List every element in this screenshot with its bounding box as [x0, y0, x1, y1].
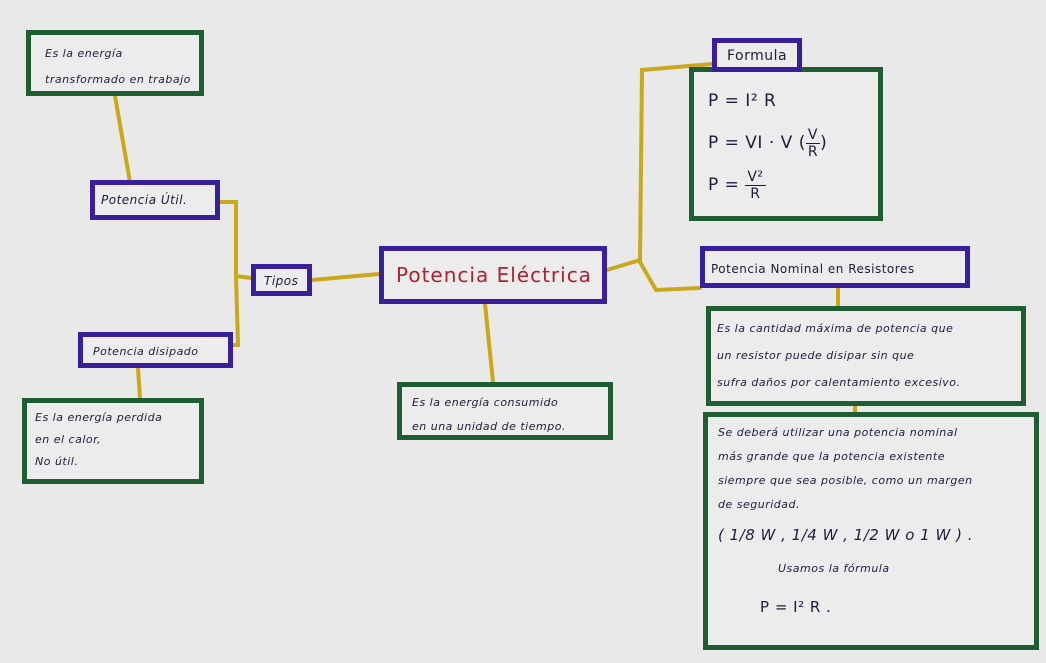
link-util-tipos [218, 200, 253, 280]
potencia-nominal-definition: Es la cantidad máxima de potencia que un… [706, 306, 1026, 406]
link-main-def [483, 302, 495, 384]
link-branch-nominal [638, 260, 702, 293]
final-formula: P = I² R . [760, 598, 832, 616]
definition-line: Es la energía perdida [35, 411, 163, 424]
paren-right: ) [820, 133, 828, 153]
fraction-numerator: V² [745, 168, 766, 186]
definition-line: Es la cantidad máxima de potencia que [717, 322, 954, 335]
formulas-box: P = I² R P = VI · V (V R) P = V² R [689, 67, 883, 221]
potencia-util-label: Potencia Útil. [101, 193, 188, 207]
potencia-disipada-label: Potencia disipado [93, 345, 199, 358]
paren-left: ( [798, 133, 806, 153]
fraction-v2-over-r: V² R [745, 168, 766, 202]
definition-line: en una unidad de tiempo. [412, 420, 566, 433]
definition-line: sufra daños por calentamiento excesivo. [717, 376, 961, 389]
potencia-nominal-usage: Se deberá utilizar una potencia nominal … [703, 412, 1039, 650]
definition-line: Es la energía [45, 47, 123, 60]
fraction-denominator: R [807, 143, 819, 160]
link-disip-tipos [231, 274, 241, 347]
potencia-nominal-label: Potencia Nominal en Resistores [711, 262, 915, 276]
link-util-def [113, 94, 132, 184]
potencia-util-definition: Es la energía transformado en trabajo [26, 30, 204, 96]
link-disip-def [136, 366, 142, 400]
link-tipos-main [310, 272, 381, 282]
fraction-v-over-r: VR [805, 127, 821, 160]
fraction-numerator: V [805, 127, 821, 144]
central-definition: Es la energía consumido en una unidad de… [397, 382, 613, 440]
formula-text: P = I² R [708, 91, 777, 111]
usamos-label: Usamos la fórmula [778, 562, 890, 575]
potencia-nominal-node: Potencia Nominal en Resistores [700, 246, 970, 288]
central-topic-title: Potencia Eléctrica [396, 263, 592, 287]
potencia-util-node: Potencia Útil. [90, 180, 220, 220]
definition-line: en el calor, [35, 433, 102, 446]
definition-line: No útil. [35, 455, 79, 468]
usage-line: de seguridad. [718, 498, 800, 511]
tipos-label: Tipos [264, 274, 299, 288]
definition-line: un resistor puede disipar sin que [717, 349, 915, 362]
usage-line: siempre que sea posible, como un margen [718, 474, 973, 487]
central-topic-node: Potencia Eléctrica [379, 246, 607, 304]
wattage-values: ( 1/8 W , 1/4 W , 1/2 W o 1 W ) . [718, 526, 973, 544]
formula-p-vi: P = VI · V (V R) [708, 122, 864, 164]
formula-text: P = VI · V [708, 133, 793, 153]
formula-p-i2r: P = I² R [708, 80, 864, 122]
potencia-disipada-node: Potencia disipado [78, 332, 233, 368]
formula-text: P = [708, 175, 740, 195]
definition-line: transformado en trabajo [45, 73, 191, 86]
fraction-denominator: R [750, 185, 761, 202]
formula-p-v2r: P = V² R [708, 164, 864, 206]
link-main-branch [605, 258, 642, 272]
usage-line: Se deberá utilizar una potencia nominal [718, 426, 958, 439]
formula-node: Formula [712, 38, 802, 72]
potencia-disipada-definition: Es la energía perdida en el calor, No út… [22, 398, 204, 484]
formula-title: Formula [727, 48, 788, 64]
definition-line: Es la energía consumido [412, 396, 559, 409]
usage-line: más grande que la potencia existente [718, 450, 945, 463]
tipos-node: Tipos [251, 264, 312, 296]
